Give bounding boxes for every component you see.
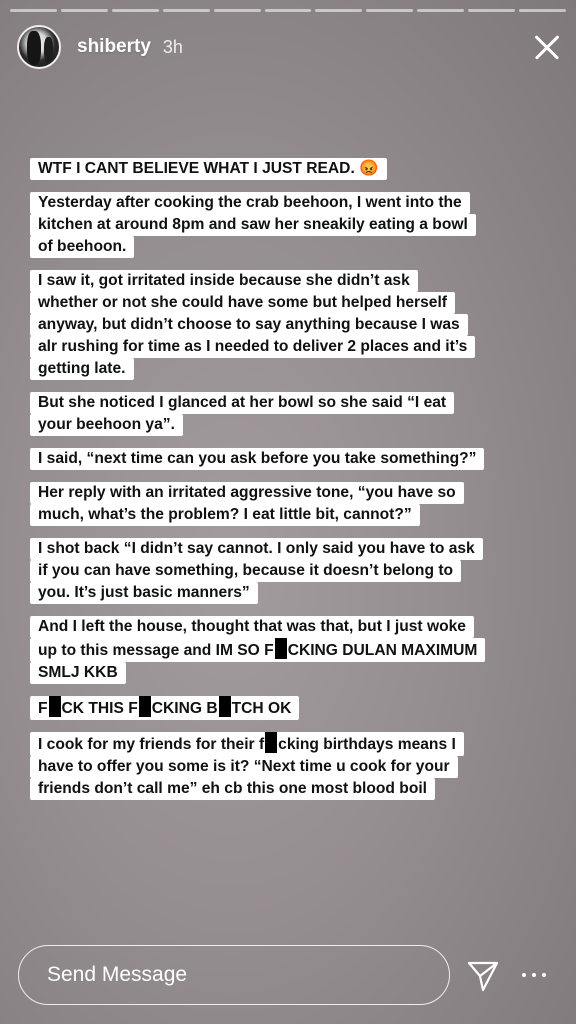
- redaction-bar: [218, 696, 231, 717]
- redaction-bar: [138, 696, 151, 717]
- text-fragment: if you can have something, because it do…: [38, 562, 454, 579]
- text-fragment: CK THIS F: [61, 700, 138, 717]
- paper-plane-icon[interactable]: [466, 959, 500, 993]
- text-fragment: WTF I CANT BELIEVE WHAT I JUST READ. 😡: [38, 160, 379, 177]
- send-message-input[interactable]: Send Message: [18, 945, 450, 1005]
- dot: [532, 973, 536, 977]
- story-progress-bar: [10, 9, 566, 12]
- text-fragment: your beehoon ya”.: [38, 416, 175, 433]
- progress-segment: [468, 9, 516, 12]
- text-fragment: getting late.: [38, 360, 126, 377]
- text-line: Her reply with an irritated aggressive t…: [30, 482, 464, 504]
- progress-segment: [519, 9, 566, 12]
- text-fragment: you. It’s just basic manners”: [38, 584, 250, 601]
- text-fragment: I shot back “I didn’t say cannot. I only…: [38, 540, 475, 557]
- text-fragment: I saw it, got irritated inside because s…: [38, 272, 410, 289]
- more-dots-icon[interactable]: [522, 970, 546, 980]
- redaction-bar: [265, 732, 278, 753]
- text-line: kitchen at around 8pm and saw her sneaki…: [30, 214, 476, 236]
- text-block: I shot back “I didn’t say cannot. I only…: [30, 538, 556, 604]
- story-text: WTF I CANT BELIEVE WHAT I JUST READ. 😡 Ye…: [30, 158, 556, 812]
- text-line: WTF I CANT BELIEVE WHAT I JUST READ. 😡: [30, 158, 387, 180]
- redaction-bar: [274, 638, 287, 659]
- progress-segment: [111, 9, 159, 12]
- text-block: Yesterday after cooking the crab beehoon…: [30, 192, 556, 258]
- text-line: F CK THIS F CKING B TCH OK: [30, 696, 300, 720]
- text-line: I cook for my friends for their f cking b…: [30, 732, 464, 756]
- text-line: have to offer you some is it? “Next time…: [30, 756, 458, 778]
- text-fragment: friends don’t call me” eh cb this one mo…: [38, 780, 428, 797]
- progress-segment: [60, 9, 108, 12]
- text-line: anyway, but didn’t choose to say anythin…: [30, 314, 468, 336]
- post-time: 3h: [162, 36, 183, 57]
- progress-segment: [366, 9, 414, 12]
- text-fragment: I said, “next time can you ask before yo…: [38, 450, 477, 467]
- progress-segment: [417, 9, 465, 12]
- send-message-placeholder: Send Message: [47, 963, 188, 986]
- text-block: I cook for my friends for their f cking b…: [30, 732, 556, 800]
- text-line: SMLJ KKB: [30, 662, 126, 684]
- text-fragment: have to offer you some is it? “Next time…: [38, 758, 450, 775]
- text-line: much, what’s the problem? I eat little b…: [30, 504, 420, 526]
- story-footer: Send Message: [0, 928, 576, 1024]
- text-fragment: CKING DULAN MAXIMUM: [287, 642, 478, 659]
- progress-segment: [213, 9, 261, 12]
- story-header: shiberty 3h: [17, 24, 562, 70]
- text-line: your beehoon ya”.: [30, 414, 183, 436]
- dot: [542, 973, 546, 977]
- text-line: alr rushing for time as I needed to deli…: [30, 336, 476, 358]
- text-fragment: I cook for my friends for their f: [38, 736, 265, 753]
- text-block: Her reply with an irritated aggressive t…: [30, 482, 556, 526]
- close-icon[interactable]: [530, 31, 562, 63]
- text-fragment: And I left the house, thought that was t…: [38, 618, 466, 635]
- text-fragment: But she noticed I glanced at her bowl so…: [38, 394, 447, 411]
- text-fragment: whether or not she could have some but h…: [38, 294, 447, 311]
- text-line: whether or not she could have some but h…: [30, 292, 455, 314]
- text-fragment: Yesterday after cooking the crab beehoon…: [38, 194, 462, 211]
- text-block: I said, “next time can you ask before yo…: [30, 448, 556, 470]
- progress-segment: [315, 9, 363, 12]
- text-fragment: cking birthdays means I: [278, 736, 456, 753]
- text-fragment: of beehoon.: [38, 238, 127, 255]
- text-fragment: much, what’s the problem? I eat little b…: [38, 506, 412, 523]
- text-line: of beehoon.: [30, 236, 135, 258]
- text-fragment: Her reply with an irritated aggressive t…: [38, 484, 456, 501]
- text-line: But she noticed I glanced at her bowl so…: [30, 392, 455, 414]
- text-fragment: TCH OK: [231, 700, 292, 717]
- text-fragment: anyway, but didn’t choose to say anythin…: [38, 316, 460, 333]
- text-line: getting late.: [30, 358, 134, 380]
- text-line: I said, “next time can you ask before yo…: [30, 448, 485, 470]
- text-block: And I left the house, thought that was t…: [30, 616, 556, 684]
- progress-segment: [162, 9, 210, 12]
- dot: [522, 973, 526, 977]
- text-line: I saw it, got irritated inside because s…: [30, 270, 418, 292]
- text-fragment: SMLJ KKB: [38, 664, 118, 681]
- text-fragment: CKING B: [151, 700, 218, 717]
- text-fragment: alr rushing for time as I needed to deli…: [38, 338, 468, 355]
- text-line: friends don’t call me” eh cb this one mo…: [30, 778, 436, 800]
- avatar[interactable]: [17, 25, 61, 69]
- text-fragment: up to this message and IM SO F: [38, 642, 274, 659]
- username[interactable]: shiberty: [77, 36, 151, 58]
- text-line: And I left the house, thought that was t…: [30, 616, 474, 638]
- text-block: But she noticed I glanced at her bowl so…: [30, 392, 556, 436]
- progress-segment: [10, 9, 57, 12]
- text-line: Yesterday after cooking the crab beehoon…: [30, 192, 470, 214]
- text-line: I shot back “I didn’t say cannot. I only…: [30, 538, 483, 560]
- text-fragment: kitchen at around 8pm and saw her sneaki…: [38, 216, 468, 233]
- text-block: F CK THIS F CKING B TCH OK: [30, 696, 556, 720]
- text-fragment: F: [38, 700, 48, 717]
- text-line: you. It’s just basic manners”: [30, 582, 258, 604]
- text-block: WTF I CANT BELIEVE WHAT I JUST READ. 😡: [30, 158, 556, 180]
- text-line: up to this message and IM SO F CKING DULA…: [30, 638, 486, 662]
- text-line: if you can have something, because it do…: [30, 560, 462, 582]
- progress-segment: [264, 9, 312, 12]
- redaction-bar: [48, 696, 61, 717]
- text-block: I saw it, got irritated inside because s…: [30, 270, 556, 380]
